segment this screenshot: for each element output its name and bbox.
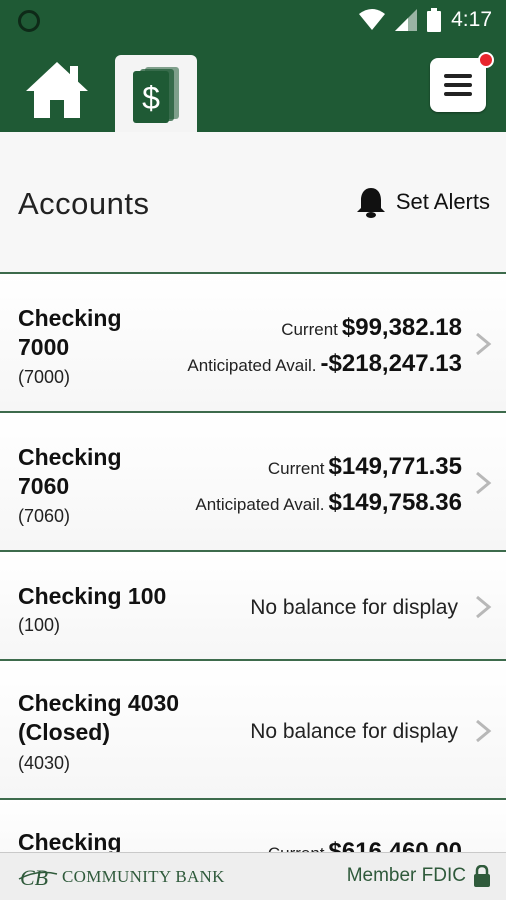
chevron-right-icon: [476, 471, 492, 495]
account-row[interactable]: Checking 7060 (7060) Current $149,771.35…: [0, 413, 506, 552]
account-name: Checking 7000: [18, 305, 122, 360]
accounts-list: Checking 7000 (7000) Current $99,382.18 …: [0, 274, 506, 880]
menu-button[interactable]: [430, 52, 494, 112]
status-icons: 4:17: [359, 6, 492, 34]
account-name: Checking 7060: [18, 444, 122, 499]
cb-logo-icon: CB: [18, 865, 58, 889]
current-balance: Current $99,382.18: [281, 314, 462, 341]
chevron-right-icon: [476, 719, 492, 743]
bank-name: COMMUNITY BANK: [62, 867, 225, 886]
account-row[interactable]: Checking 100 (100) No balance for displa…: [0, 552, 506, 661]
camera-cutout: [18, 10, 40, 32]
account-name: Checking 4030 (Closed): [18, 690, 180, 745]
hamburger-menu-icon: [444, 74, 472, 96]
battery-icon: [427, 8, 442, 32]
status-time: 4:17: [451, 8, 492, 31]
accounts-tab[interactable]: $: [115, 55, 197, 132]
dollar-bill-icon: $: [133, 67, 179, 123]
account-row[interactable]: Checking 4030 (Closed) (4030) No balance…: [0, 661, 506, 800]
signal-icon: [395, 9, 418, 31]
svg-text:$: $: [142, 80, 160, 116]
chevron-right-icon: [476, 332, 492, 356]
bank-logo: CB COMMUNITY BANK: [18, 865, 225, 889]
wifi-icon: [359, 9, 386, 30]
bell-icon: [356, 188, 385, 218]
account-row[interactable]: Checking 7000 (7000) Current $99,382.18 …: [0, 274, 506, 413]
member-fdic: Member FDIC: [347, 865, 490, 887]
home-button[interactable]: [24, 60, 90, 120]
lock-icon: [474, 865, 490, 887]
anticipated-balance: Anticipated Avail. -$218,247.13: [187, 350, 462, 377]
set-alerts-button[interactable]: Set Alerts: [356, 186, 490, 218]
no-balance-text: No balance for display: [250, 720, 458, 743]
chevron-right-icon: [476, 595, 492, 619]
account-number: (100): [18, 615, 61, 635]
account-number: (7060): [18, 506, 71, 526]
home-icon: [26, 62, 88, 118]
page-title: Accounts: [18, 186, 150, 221]
nav-bar: $: [0, 40, 506, 132]
account-number: (7000): [18, 367, 71, 387]
set-alerts-label: Set Alerts: [395, 189, 490, 214]
notification-dot: [478, 52, 494, 68]
footer: CB COMMUNITY BANK Member FDIC: [0, 852, 506, 900]
page-header: Accounts Set Alerts: [0, 132, 506, 274]
account-name: Checking 100: [18, 583, 167, 609]
no-balance-text: No balance for display: [250, 596, 458, 619]
account-number: (4030): [18, 753, 71, 773]
anticipated-balance: Anticipated Avail. $149,758.36: [195, 489, 462, 516]
status-bar: 4:17: [0, 0, 506, 40]
current-balance: Current $149,771.35: [267, 453, 462, 480]
